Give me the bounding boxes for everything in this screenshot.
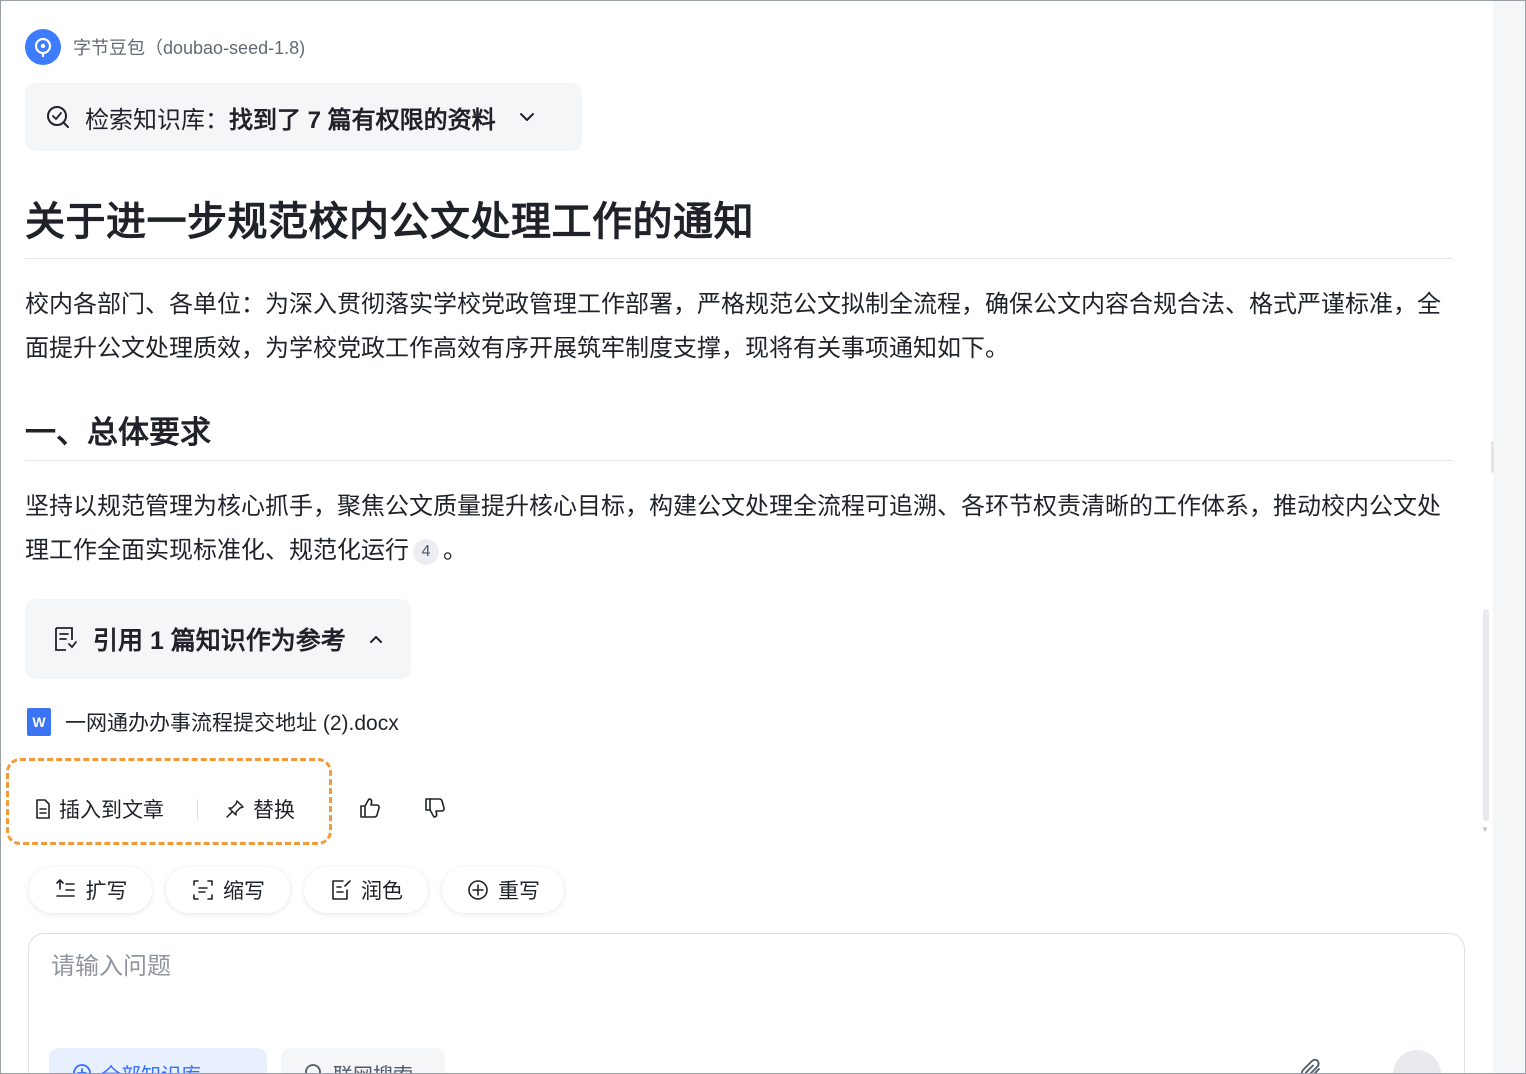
question-input-box[interactable]: 全部知识库 联网搜索 [28, 933, 1465, 1074]
send-button[interactable] [1393, 1050, 1441, 1073]
knowledge-search-toggle[interactable]: 检索知识库： 找到了 7 篇有权限的资料 [25, 83, 582, 151]
condense-icon [191, 878, 215, 902]
chevron-down-icon [518, 108, 536, 126]
expand-label: 扩写 [85, 880, 128, 903]
condense-label: 缩写 [223, 880, 265, 903]
web-search-label: 联网搜索 [333, 1059, 413, 1074]
pin-icon [225, 799, 245, 819]
condense-button[interactable]: 缩写 [166, 867, 290, 913]
web-search-toggle[interactable]: 联网搜索 [281, 1048, 445, 1074]
chevron-up-icon [368, 631, 384, 647]
section-body: 坚持以规范管理为核心抓手，聚焦公文质量提升核心目标，构建公文处理全流程可追溯、各… [25, 485, 1457, 573]
citation-badge[interactable]: 4 [413, 538, 439, 565]
section-body-end: 。 [443, 537, 467, 564]
reference-file-name[interactable]: 一网通办办事流程提交地址 (2).docx [65, 707, 399, 737]
article-intro: 校内各部门、各单位：为深入贯彻落实学校党政管理工作部署，严格规范公文拟制全流程，… [25, 291, 1441, 362]
knowledge-search-label: 检索知识库： [85, 106, 229, 134]
section-body-text: 坚持以规范管理为核心抓手，聚焦公文质量提升核心目标，构建公文处理全流程可追溯、各… [25, 493, 1441, 564]
reference-label: 引用 1 篇知识作为参考 [93, 627, 346, 655]
rewrite-button[interactable]: 重写 [442, 867, 564, 913]
scrollbar[interactable]: ▼ [1481, 609, 1491, 839]
rewrite-icon [466, 878, 490, 902]
action-divider [197, 799, 198, 821]
polish-icon [329, 878, 353, 902]
document-icon [35, 799, 51, 819]
section-heading: 一、总体要求 [25, 415, 211, 450]
section-divider [25, 460, 1453, 461]
web-search-icon [303, 1062, 325, 1073]
scroll-down-arrow-icon[interactable]: ▼ [1481, 825, 1489, 835]
right-gutter [1493, 1, 1525, 1073]
title-divider [25, 258, 1453, 259]
thumbs-up-icon[interactable] [355, 793, 385, 823]
scrollbar-thumb[interactable] [1483, 609, 1489, 821]
assistant-panel: ▼ 字节豆包（doubao-seed-1.8) 检索知识库： 找到了 7 篇有权… [0, 0, 1526, 1074]
replace-label: 替换 [253, 799, 295, 822]
replace-button[interactable]: 替换 [225, 791, 295, 827]
model-name: 字节豆包（doubao-seed-1.8) [73, 38, 306, 58]
polish-button[interactable]: 润色 [304, 867, 428, 913]
polish-label: 润色 [361, 880, 403, 903]
reference-file[interactable]: W 一网通办办事流程提交地址 (2).docx [27, 707, 399, 737]
model-avatar-icon [25, 29, 61, 65]
knowledge-base-selector[interactable]: 全部知识库 [49, 1048, 267, 1074]
scroll-indicator[interactable] [1491, 441, 1494, 473]
search-knowledge-icon [45, 104, 71, 130]
question-input[interactable] [49, 952, 1433, 982]
reference-doc-icon [53, 626, 77, 652]
thumbs-down-icon[interactable] [420, 793, 450, 823]
model-header: 字节豆包（doubao-seed-1.8) [25, 29, 305, 65]
insert-to-article-label: 插入到文章 [59, 799, 164, 822]
article-title: 关于进一步规范校内公文处理工作的通知 [25, 200, 754, 244]
knowledge-search-result: 找到了 7 篇有权限的资料 [229, 106, 496, 134]
reference-toggle[interactable]: 引用 1 篇知识作为参考 [25, 599, 411, 679]
knowledge-base-label: 全部知识库 [101, 1059, 201, 1074]
rewrite-label: 重写 [498, 880, 540, 903]
attachment-icon[interactable] [1299, 1058, 1325, 1073]
insert-to-article-button[interactable]: 插入到文章 [35, 791, 164, 827]
word-file-icon: W [27, 708, 51, 736]
knowledge-base-icon [71, 1062, 93, 1073]
expand-button[interactable]: 扩写 [29, 867, 152, 913]
expand-icon [54, 878, 78, 902]
